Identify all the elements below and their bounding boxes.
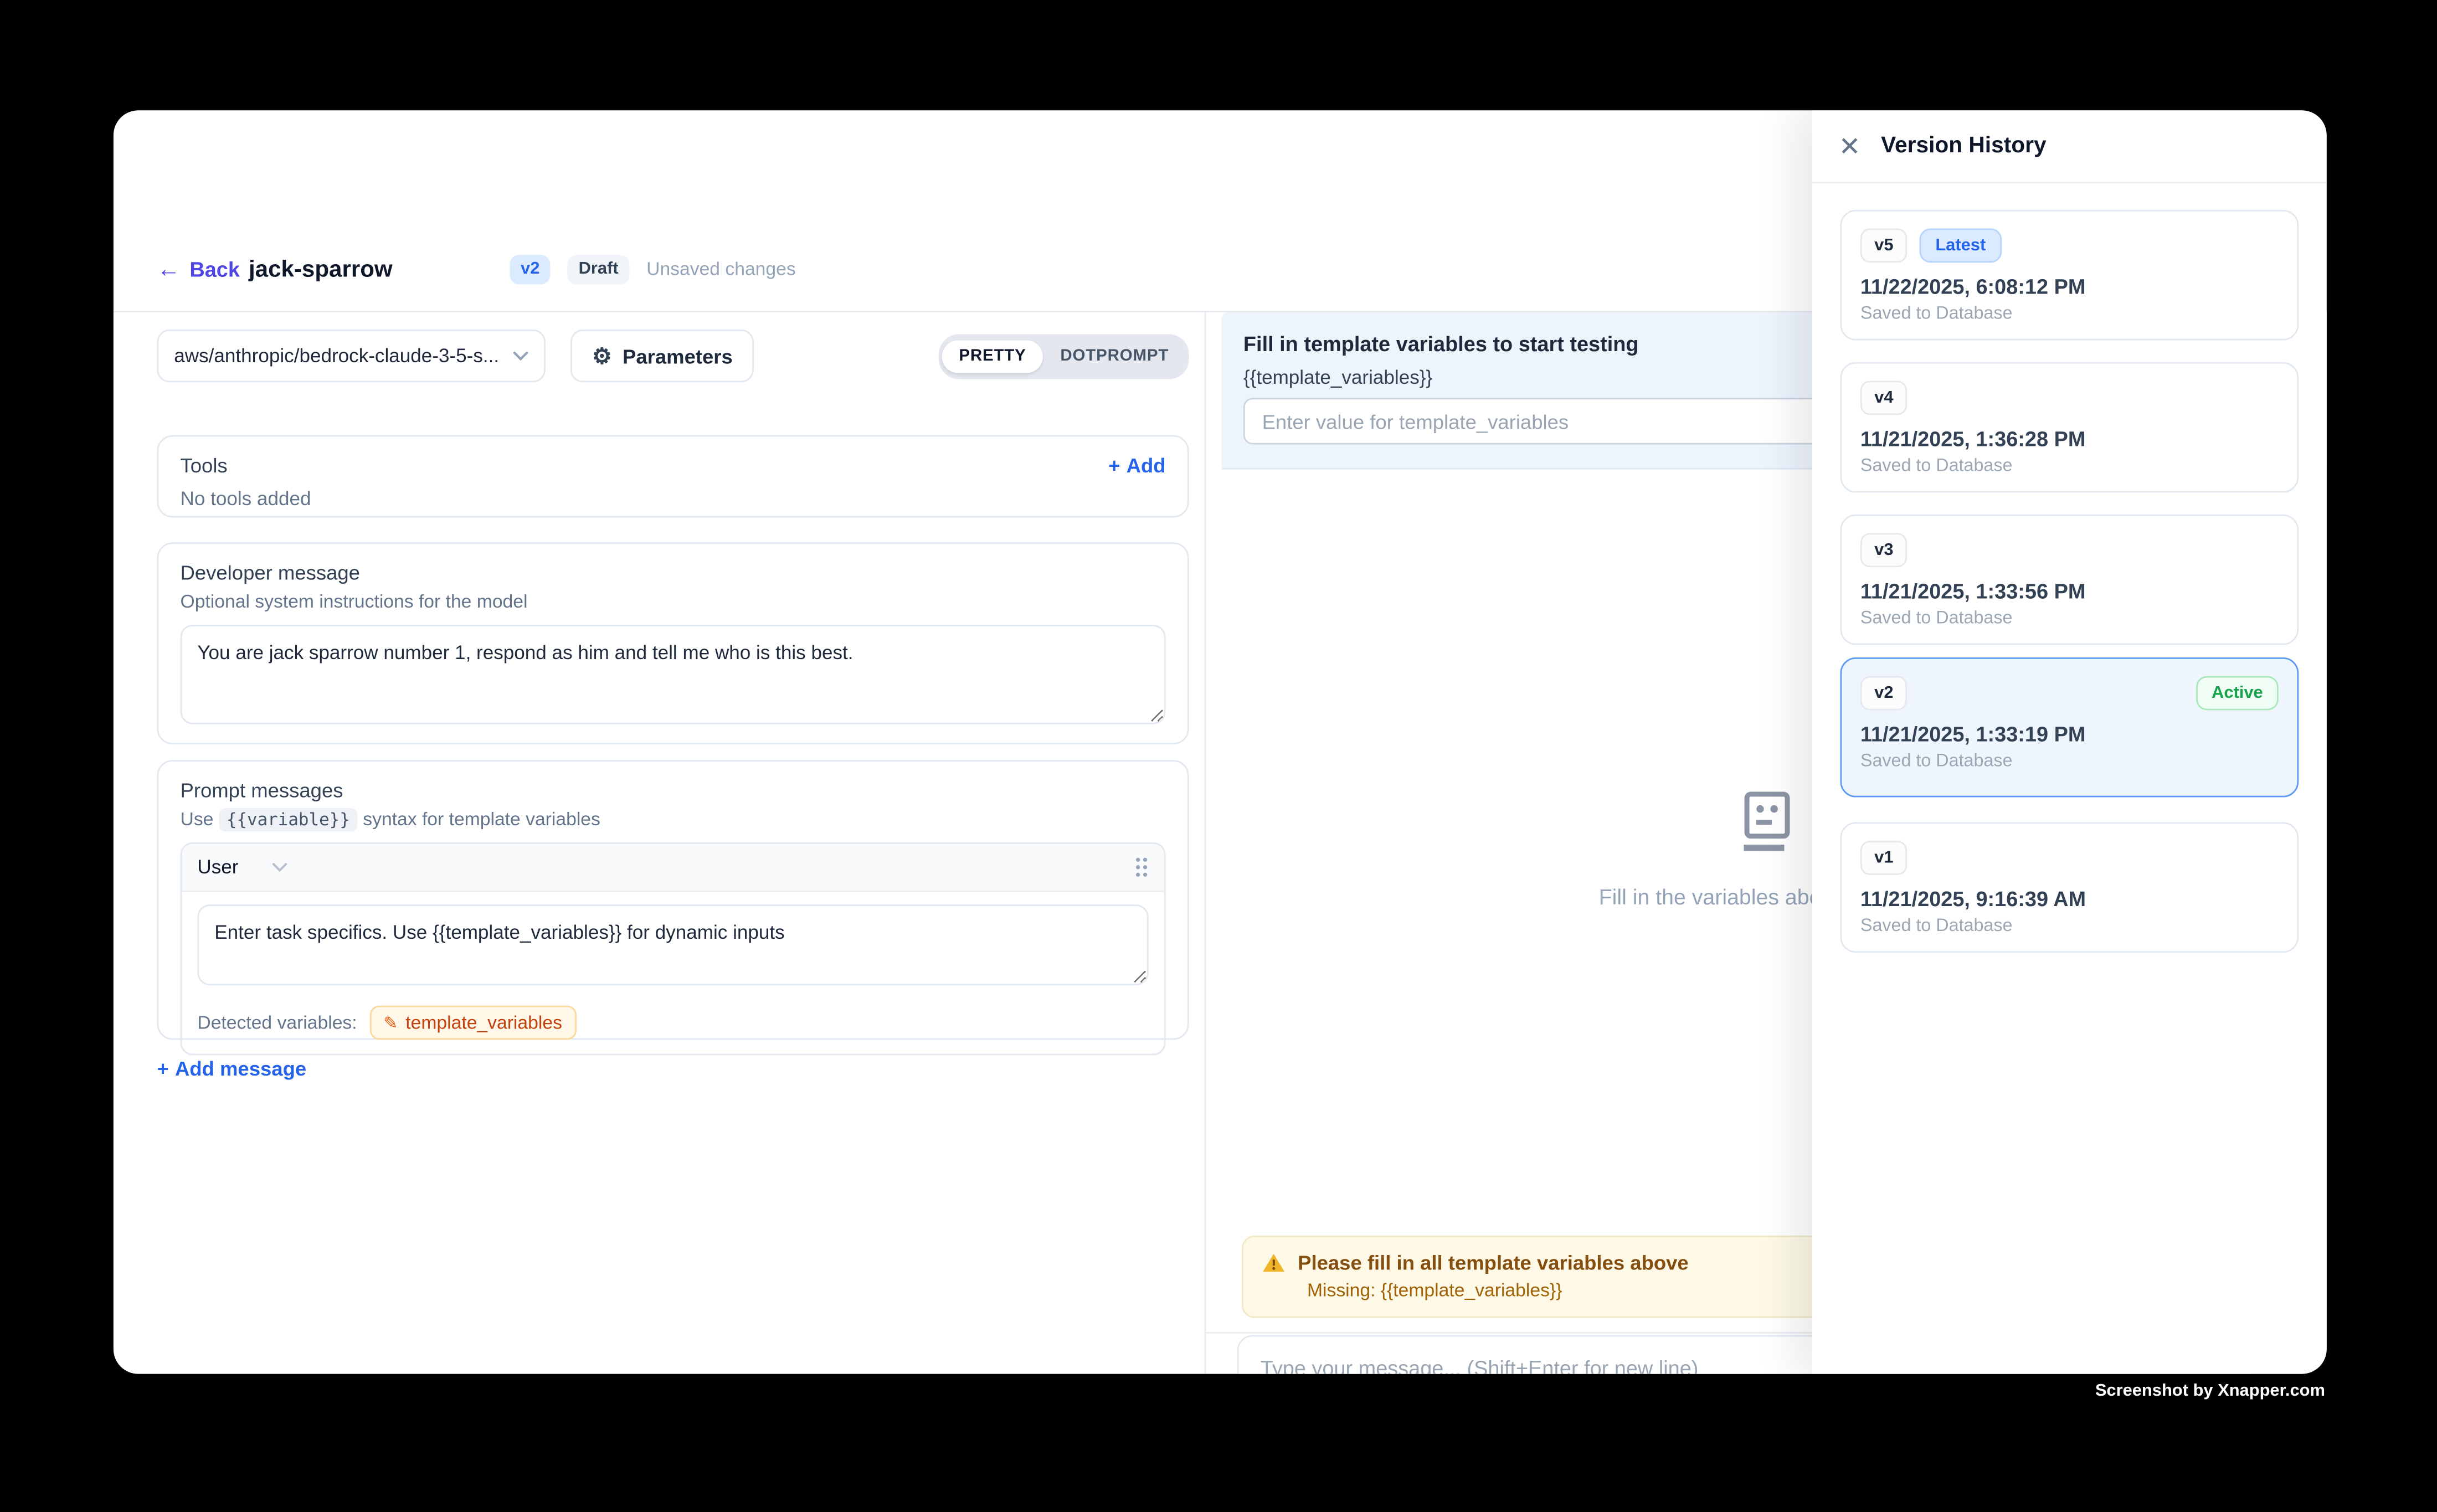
model-row: aws/anthropic/bedrock-claude-3-5-s... ⚙ … [157,330,1189,382]
version-chip: v5 [1860,228,1908,263]
back-label: Back [189,257,240,280]
chevron-down-icon [273,862,288,872]
prompt-message-block: User Enter task sp [181,842,1166,1055]
developer-message-textarea[interactable]: You are jack sparrow number 1, respond a… [181,625,1166,724]
robot-icon [1732,788,1800,865]
variable-syntax-chip: {{variable}} [219,808,358,831]
toggle-option-pretty[interactable]: PRETTY [942,340,1043,372]
version-date: 11/22/2025, 6:08:12 PM [1860,275,2279,299]
prompt-editor-panel: aws/anthropic/bedrock-claude-3-5-s... ⚙ … [114,312,1205,1374]
model-selector-value: aws/anthropic/bedrock-claude-3-5-s... [174,345,499,367]
draft-badge: Draft [568,254,629,284]
version-chip: v4 [1860,380,1908,415]
close-icon[interactable]: ✕ [1839,133,1861,160]
warning-title: Please fill in all template variables ab… [1298,1251,1689,1274]
version-card-v2[interactable]: v2 Active 11/21/2025, 1:33:19 PM Saved t… [1840,657,2299,798]
parameters-button[interactable]: ⚙ Parameters [570,330,754,382]
version-chip: v1 [1860,841,1908,875]
chevron-down-icon [513,351,528,361]
version-chip: v3 [1860,533,1908,567]
developer-message-title: Developer message [181,561,1166,584]
app-window: ← Back jack-sparrow v2 Draft Unsaved cha… [114,110,2327,1374]
developer-message-card: Developer message Optional system instru… [157,542,1189,744]
version-status: Saved to Database [1860,305,2279,323]
add-message-button[interactable]: + Add message [157,1057,306,1080]
developer-message-subtitle: Optional system instructions for the mod… [181,590,1166,612]
header-badges: v2 Draft Unsaved changes [510,254,795,284]
back-button[interactable]: ← Back [157,257,240,280]
back-arrow-icon: ← [157,257,180,280]
drag-handle-icon[interactable] [1134,856,1148,878]
version-date: 11/21/2025, 1:33:19 PM [1860,723,2279,746]
version-history-panel: ✕ Version History v5 Latest 11/22/2025, … [1812,110,2327,1374]
prompt-messages-subtitle: Use {{variable}} syntax for template var… [181,808,1166,830]
version-date: 11/21/2025, 1:36:28 PM [1860,428,2279,451]
message-body: Enter task specifics. Use {{template_var… [182,892,1164,1002]
latest-badge: Latest [1920,228,2001,263]
format-toggle: PRETTY DOTPROMPT [939,333,1189,378]
plus-icon: + [1108,454,1120,477]
version-chip: v2 [1860,676,1908,711]
version-status: Saved to Database [1860,752,2279,771]
watermark-text: Screenshot by Xnapper.com [2095,1382,2325,1401]
tools-title: Tools [181,454,228,477]
prompt-messages-title: Prompt messages [181,779,1166,802]
detected-variables-label: Detected variables: [197,1012,357,1033]
parameters-label: Parameters [623,344,733,368]
version-card-v1[interactable]: v1 11/21/2025, 9:16:39 AM Saved to Datab… [1840,822,2299,953]
warning-icon [1262,1253,1286,1273]
version-card-v4[interactable]: v4 11/21/2025, 1:36:28 PM Saved to Datab… [1840,362,2299,493]
tools-empty-text: No tools added [181,488,1166,510]
version-card-v5[interactable]: v5 Latest 11/22/2025, 6:08:12 PM Saved t… [1840,210,2299,341]
version-status: Saved to Database [1860,917,2279,936]
version-history-title: Version History [1881,133,2047,158]
screenshot-canvas: ← Back jack-sparrow v2 Draft Unsaved cha… [0,0,2437,1512]
version-badge: v2 [510,254,551,284]
prompt-messages-card: Prompt messages Use {{variable}} syntax … [157,760,1189,1040]
version-status: Saved to Database [1860,609,2279,628]
page-title: jack-sparrow [249,256,393,282]
version-date: 11/21/2025, 9:16:39 AM [1860,887,2279,911]
user-message-textarea[interactable]: Enter task specifics. Use {{template_var… [197,904,1148,985]
version-status: Saved to Database [1860,457,2279,476]
template-variable-chip[interactable]: ✎ template_variables [369,1006,576,1040]
message-role-select[interactable]: User [197,856,238,878]
model-selector[interactable]: aws/anthropic/bedrock-claude-3-5-s... [157,330,546,382]
unsaved-changes-text: Unsaved changes [646,258,796,280]
toggle-option-dotprompt[interactable]: DOTPROMPT [1043,340,1186,372]
version-card-v3[interactable]: v3 11/21/2025, 1:33:56 PM Saved to Datab… [1840,515,2299,645]
version-date: 11/21/2025, 1:33:56 PM [1860,580,2279,603]
detected-variables-row: Detected variables: ✎ template_variables [182,1002,1164,1054]
pencil-icon: ✎ [383,1012,398,1032]
add-tool-button[interactable]: + Add [1108,454,1165,477]
tools-card: Tools + Add No tools added [157,435,1189,518]
version-history-header: ✕ Version History [1812,110,2327,183]
active-badge: Active [2196,676,2279,711]
plus-icon: + [157,1057,168,1080]
message-role-header: User [182,844,1164,892]
gear-icon: ⚙ [592,345,611,367]
